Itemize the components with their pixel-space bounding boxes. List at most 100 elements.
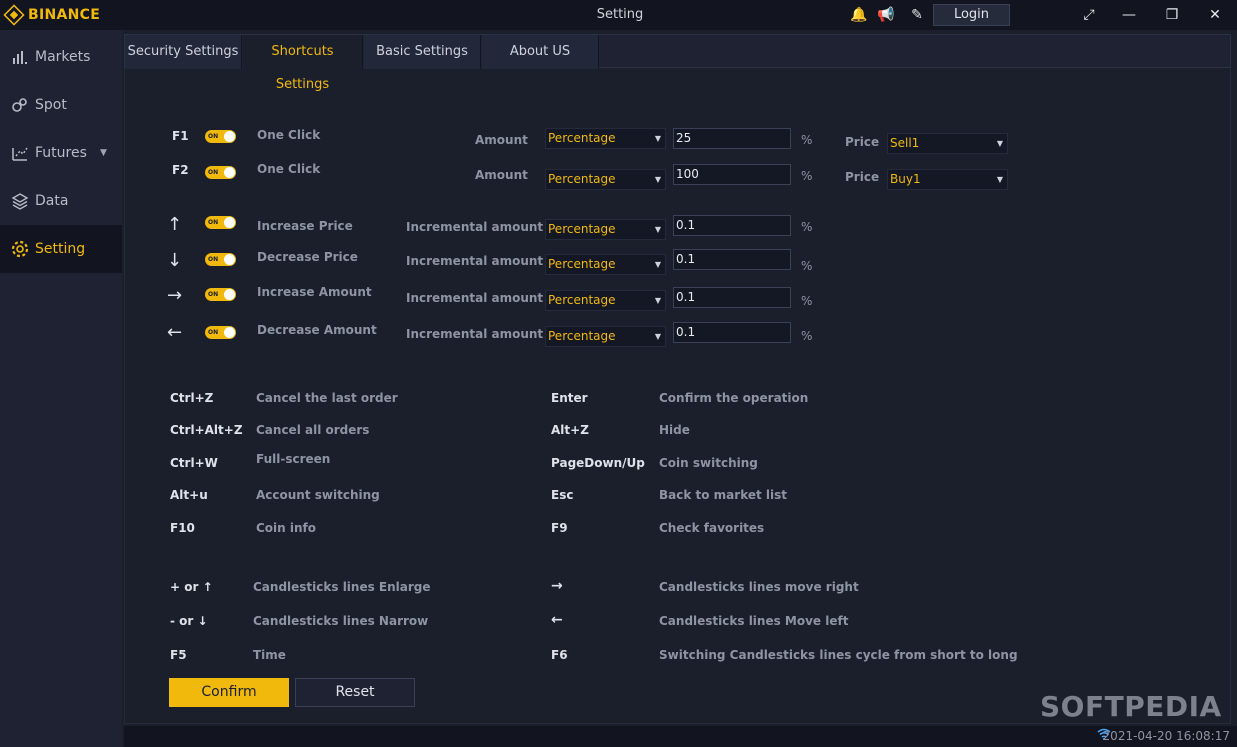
sidebar-item-setting[interactable]: Setting — [0, 225, 122, 273]
shortcut-key: PageDown/Up — [551, 456, 645, 470]
close-icon[interactable]: ✕ — [1204, 4, 1226, 26]
increment-input[interactable]: 0.1 — [673, 249, 791, 270]
arrow-down-icon: ↓ — [167, 250, 183, 271]
gear-icon — [10, 239, 30, 259]
unit-label: % — [801, 329, 813, 343]
tab-security-settings[interactable]: Security Settings — [125, 35, 242, 69]
shortcut-desc: Coin switching — [659, 456, 758, 470]
arrow-right-icon: → — [167, 285, 183, 306]
increase-amount-label: Increase Amount — [257, 285, 372, 299]
incremental-amount-label: Incremental amount — [406, 220, 544, 234]
confirm-button[interactable]: Confirm — [169, 678, 289, 707]
amount-input[interactable]: 25 — [673, 128, 791, 149]
candle-key: F5 — [170, 648, 187, 662]
one-click-label: One Click — [257, 162, 321, 176]
candle-key: F6 — [551, 648, 568, 662]
one-click-toggle[interactable]: ON — [205, 166, 236, 179]
candle-key: - or ↓ — [170, 614, 208, 628]
login-button[interactable]: Login — [933, 4, 1010, 26]
increase-amount-toggle[interactable]: ON — [205, 288, 236, 301]
increment-input[interactable]: 0.1 — [673, 287, 791, 308]
spot-icon — [10, 95, 30, 115]
sidebar-item-futures[interactable]: Futures ▼ — [0, 129, 122, 177]
shortcut-desc: Confirm the operation — [659, 391, 809, 405]
shortcut-key: F10 — [170, 521, 195, 535]
decrease-price-toggle[interactable]: ON — [205, 253, 236, 266]
shortcut-desc: Coin info — [256, 521, 317, 535]
shortcut-key: Ctrl+Alt+Z — [170, 423, 243, 437]
increment-mode-select[interactable]: Percentage ▼ — [545, 326, 666, 347]
maximize-icon[interactable]: ❐ — [1161, 4, 1183, 26]
increment-mode-select[interactable]: Percentage ▼ — [545, 219, 666, 240]
dropdown-arrow-icon: ▼ — [654, 134, 661, 143]
sidebar-item-label: Setting — [35, 241, 86, 257]
dropdown-arrow-icon: ▼ — [654, 175, 661, 184]
price-select[interactable]: Sell1 ▼ — [887, 133, 1008, 154]
shortcut-desc: Cancel all orders — [256, 423, 370, 437]
chevron-down-icon[interactable]: ▼ — [100, 148, 107, 158]
shortcut-key: Ctrl+W — [170, 456, 218, 470]
one-click-key: F2 — [172, 163, 189, 177]
sidebar-item-data[interactable]: Data — [0, 177, 122, 225]
bell-icon[interactable]: 🔔 — [850, 6, 868, 24]
tab-basic-settings[interactable]: Basic Settings — [364, 35, 481, 69]
softpedia-watermark: SOFTPEDIA — [1040, 690, 1222, 723]
shortcut-key: Ctrl+Z — [170, 391, 214, 405]
candle-key: ← — [551, 612, 563, 628]
candle-desc: Switching Candlesticks lines cycle from … — [659, 648, 1018, 662]
incremental-amount-label: Incremental amount — [406, 291, 544, 305]
candle-desc: Candlesticks lines Move left — [659, 614, 849, 628]
sidebar-item-label: Spot — [35, 97, 67, 113]
layers-icon — [10, 191, 30, 211]
shortcut-key: F9 — [551, 521, 568, 535]
unit-label: % — [801, 220, 813, 234]
tab-about-us[interactable]: About US — [482, 35, 599, 69]
increment-input[interactable]: 0.1 — [673, 322, 791, 343]
pencil-icon[interactable]: ✎ — [908, 6, 926, 24]
sidebar-item-spot[interactable]: Spot — [0, 81, 122, 129]
dropdown-arrow-icon: ▼ — [654, 332, 661, 341]
shrink-icon[interactable]: ⤢ — [1078, 4, 1100, 26]
unit-label: % — [801, 259, 813, 273]
sidebar: Markets Spot Futures ▼ Data Setting — [0, 30, 122, 747]
sidebar-item-label: Futures — [35, 145, 87, 161]
increase-price-toggle[interactable]: ON — [205, 216, 236, 229]
candle-key: + or ↑ — [170, 580, 213, 594]
binance-logo: BINANCE — [3, 4, 100, 26]
tab-shortcuts-settings[interactable]: Shortcuts Settings — [243, 35, 363, 92]
unit-label: % — [801, 294, 813, 308]
decrease-amount-toggle[interactable]: ON — [205, 326, 236, 339]
candle-key: → — [551, 578, 563, 594]
minimize-icon[interactable]: — — [1118, 4, 1140, 26]
dropdown-arrow-icon: ▼ — [654, 225, 661, 234]
amount-input[interactable]: 100 — [673, 164, 791, 185]
amount-mode-select[interactable]: Percentage ▼ — [545, 169, 666, 190]
sidebar-item-markets[interactable]: Markets — [0, 33, 122, 81]
increment-mode-select[interactable]: Percentage ▼ — [545, 254, 666, 275]
amount-mode-select[interactable]: Percentage ▼ — [545, 128, 666, 149]
shortcut-desc: Hide — [659, 423, 690, 437]
price-select[interactable]: Buy1 ▼ — [887, 169, 1008, 190]
sidebar-item-label: Markets — [35, 49, 91, 65]
shortcut-desc: Back to market list — [659, 488, 788, 502]
price-label: Price — [845, 170, 880, 184]
amount-label: Amount — [475, 168, 528, 182]
binance-logo-icon — [3, 4, 25, 26]
candle-desc: Candlesticks lines Narrow — [253, 614, 429, 628]
increment-mode-select[interactable]: Percentage ▼ — [545, 290, 666, 311]
futures-icon — [10, 143, 30, 163]
window-title: Setting — [596, 7, 644, 22]
shortcut-key: Enter — [551, 391, 588, 405]
dropdown-arrow-icon: ▼ — [654, 296, 661, 305]
price-label: Price — [845, 135, 880, 149]
incremental-amount-label: Incremental amount — [406, 327, 544, 341]
reset-button[interactable]: Reset — [295, 678, 415, 707]
megaphone-icon[interactable]: 📢 — [877, 6, 895, 24]
increment-input[interactable]: 0.1 — [673, 215, 791, 236]
status-time: 2021-04-20 16:08:17 — [1102, 729, 1230, 743]
shortcuts-content: F1 ON One Click Amount Percentage ▼ 25 % … — [124, 68, 1231, 724]
shortcut-key: Alt+u — [170, 488, 208, 502]
arrow-left-icon: ← — [167, 322, 183, 343]
incremental-amount-label: Incremental amount — [406, 254, 544, 268]
one-click-toggle[interactable]: ON — [205, 130, 236, 143]
